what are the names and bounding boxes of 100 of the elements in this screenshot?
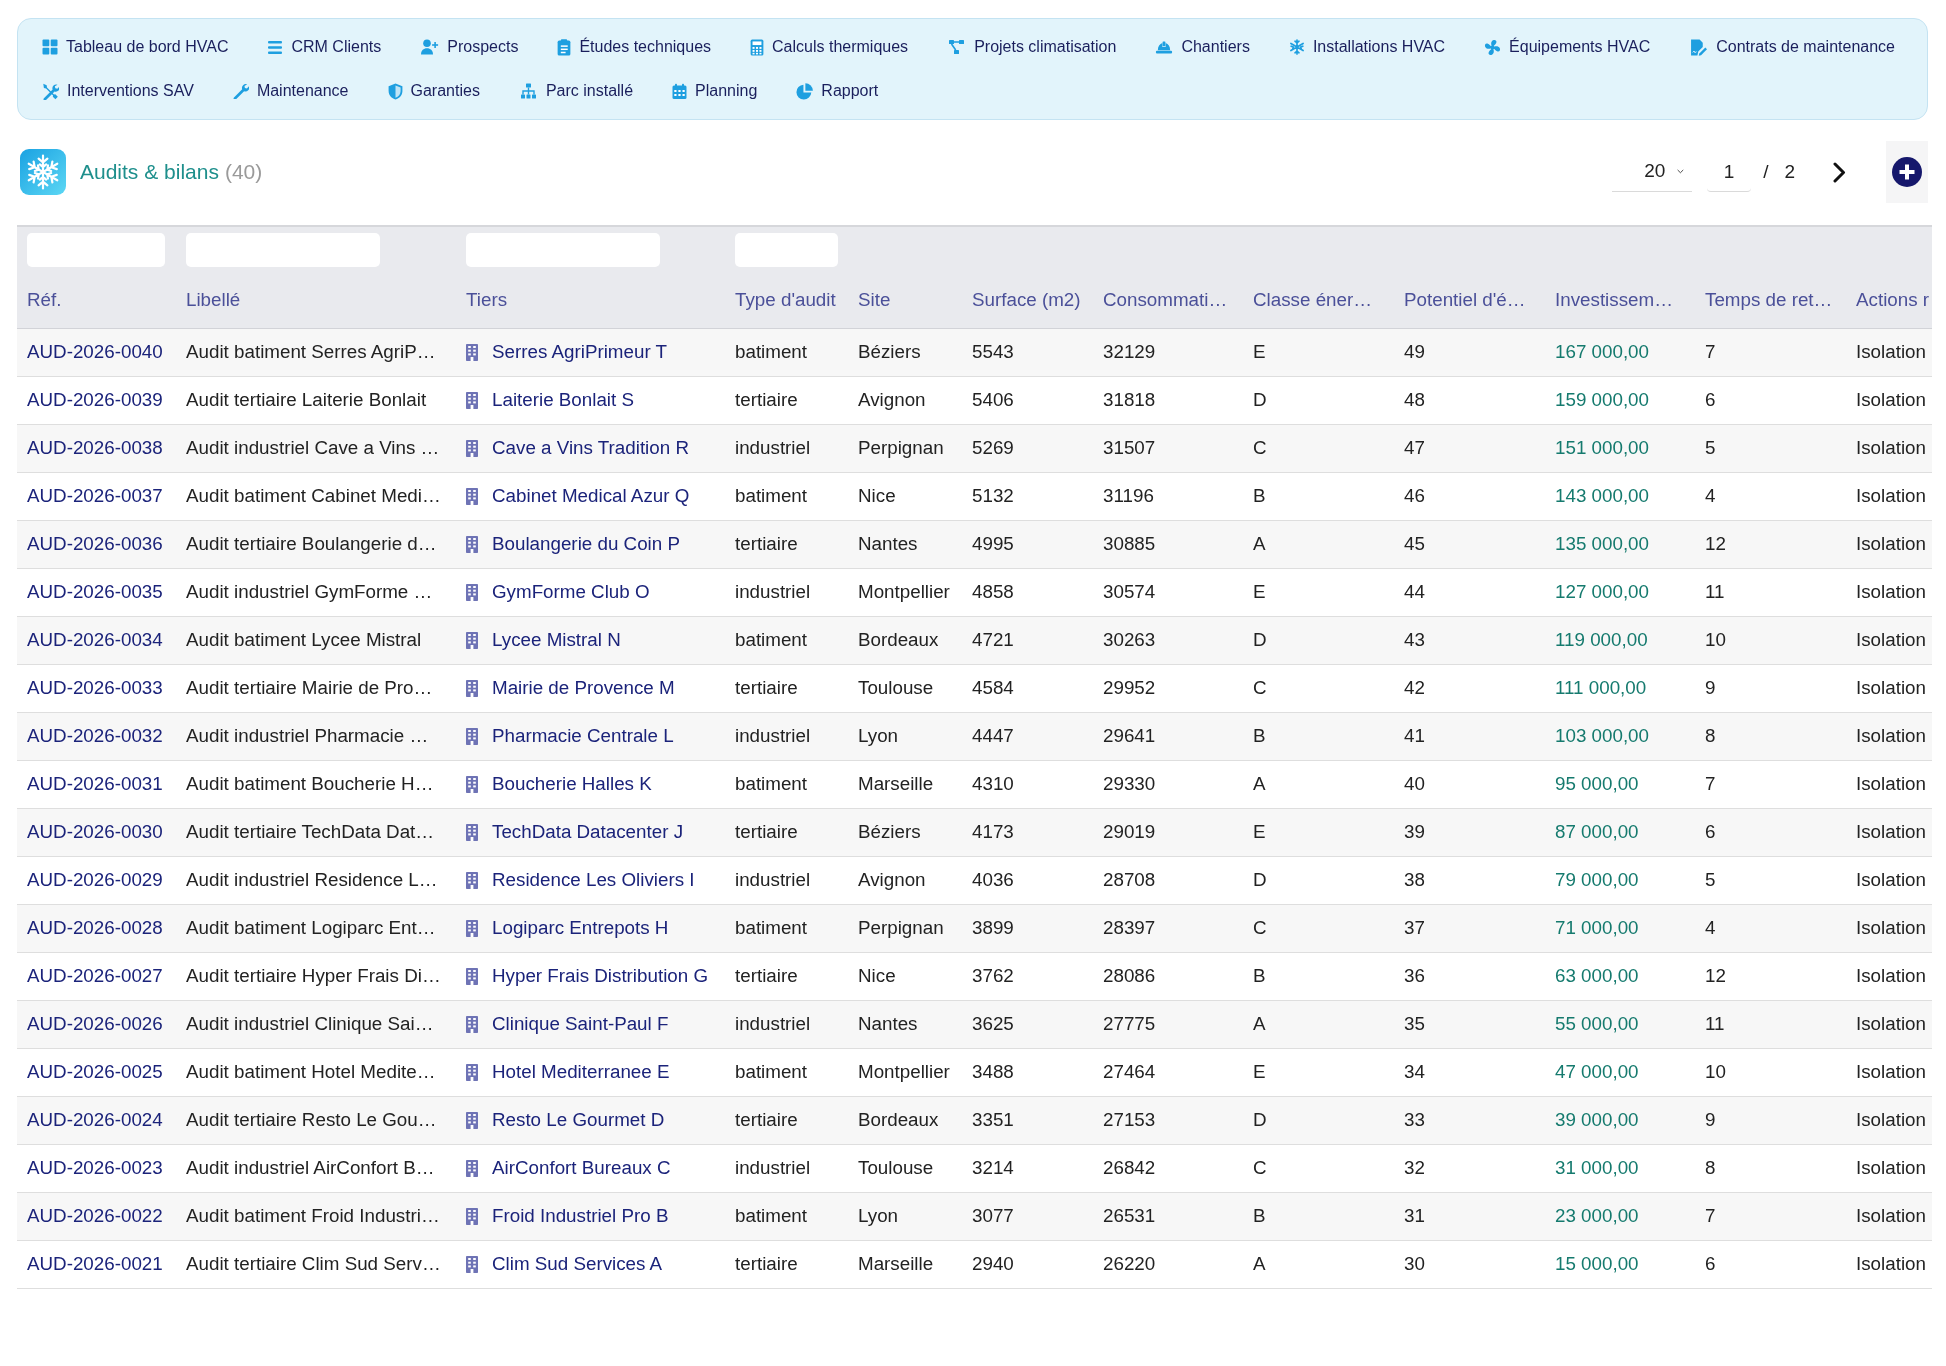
table-cell: 26220: [1093, 1240, 1243, 1288]
table-cell: 6: [1695, 1240, 1846, 1288]
table-cell: 3625: [962, 1000, 1093, 1048]
table-cell: 31: [1394, 1192, 1545, 1240]
tiers-link[interactable]: TechData Datacenter J: [492, 817, 684, 847]
tiers-link[interactable]: GymForme Club O: [492, 577, 650, 607]
table-cell: 34: [1394, 1048, 1545, 1096]
nav-link[interactable]: Chantiers: [1155, 29, 1250, 65]
tiers-link[interactable]: Cave a Vins Tradition R: [492, 433, 689, 463]
table-cell: Perpignan: [848, 904, 962, 952]
reference-link[interactable]: AUD-2026-0039: [27, 388, 163, 410]
reference-link[interactable]: AUD-2026-0022: [27, 1204, 163, 1226]
reference-link[interactable]: AUD-2026-0024: [27, 1108, 163, 1130]
tiers-link[interactable]: Hotel Mediterranee E: [492, 1057, 670, 1087]
reference-link[interactable]: AUD-2026-0030: [27, 820, 163, 842]
nav-link[interactable]: Prospects: [420, 29, 519, 65]
table-cell: batiment: [725, 616, 848, 664]
nav-link[interactable]: Planning: [672, 73, 758, 109]
tiers-link[interactable]: Clim Sud Services A: [492, 1249, 663, 1279]
reference-link[interactable]: AUD-2026-0035: [27, 580, 163, 602]
nav-link[interactable]: Rapport: [796, 73, 879, 109]
table-cell: 9: [1695, 1096, 1846, 1144]
table-cell: Isolation: [1846, 1000, 1932, 1048]
reference-link[interactable]: AUD-2026-0023: [27, 1156, 163, 1178]
tiers-link[interactable]: Resto Le Gourmet D: [492, 1105, 665, 1135]
table-cell: 27153: [1093, 1096, 1243, 1144]
table-cell: B: [1243, 472, 1394, 520]
network-icon: [518, 83, 538, 99]
reference-link[interactable]: AUD-2026-0021: [27, 1252, 163, 1274]
reference-link[interactable]: AUD-2026-0026: [27, 1012, 163, 1034]
nav-link[interactable]: Tableau de bord HVAC: [42, 29, 229, 65]
tiers-link[interactable]: AirConfort Bureaux C: [492, 1153, 671, 1183]
tiers-link[interactable]: Hyper Frais Distribution G: [492, 961, 709, 991]
nav-link[interactable]: Garanties: [387, 73, 480, 109]
reference-link[interactable]: AUD-2026-0040: [27, 340, 163, 362]
nav-link[interactable]: Calculs thermiques: [750, 29, 909, 65]
tiers-link[interactable]: Clinique Saint-Paul F: [492, 1009, 669, 1039]
building-icon: [466, 439, 478, 457]
page-separator: /: [1763, 159, 1769, 184]
table-cell: 37: [1394, 904, 1545, 952]
table-cell: 5543: [962, 328, 1093, 376]
table-cell: 5132: [962, 472, 1093, 520]
table-cell: 4310: [962, 760, 1093, 808]
table-cell: Isolation: [1846, 952, 1932, 1000]
tiers-link[interactable]: Boulangerie du Coin P: [492, 529, 680, 559]
table-cell: 38: [1394, 856, 1545, 904]
nav-link[interactable]: Installations HVAC: [1288, 29, 1446, 65]
tiers-link[interactable]: Residence Les Oliviers I: [492, 865, 695, 895]
nav-link[interactable]: Équipements HVAC: [1484, 29, 1651, 65]
table-cell: 40: [1394, 760, 1545, 808]
page-size-select[interactable]: 20: [1612, 152, 1693, 192]
tiers-link[interactable]: Logiparc Entrepots H: [492, 913, 669, 943]
reference-link[interactable]: AUD-2026-0032: [27, 724, 163, 746]
nav-link[interactable]: Maintenance: [232, 73, 349, 109]
add-button[interactable]: [1886, 141, 1928, 203]
table-cell: C: [1243, 1144, 1394, 1192]
column-header: Réf.: [17, 273, 176, 328]
table-cell: 32129: [1093, 328, 1243, 376]
page-input[interactable]: 1: [1707, 152, 1752, 192]
table-cell: industriel: [725, 1144, 848, 1192]
table-cell: 167 000,00: [1545, 328, 1695, 376]
nav-link[interactable]: Contrats de maintenance: [1689, 29, 1895, 65]
nav-link[interactable]: Études techniques: [557, 29, 712, 65]
reference-link[interactable]: AUD-2026-0038: [27, 436, 163, 458]
reference-link[interactable]: AUD-2026-0036: [27, 532, 163, 554]
building-icon: [466, 967, 478, 985]
table-cell: 8: [1695, 1144, 1846, 1192]
clipboard-icon: [557, 38, 572, 56]
table-cell: Audit batiment Logiparc Ent…: [176, 904, 456, 952]
tiers-link[interactable]: Boucherie Halles K: [492, 769, 652, 799]
tiers-link[interactable]: Cabinet Medical Azur Q: [492, 481, 690, 511]
nav-link[interactable]: Projets climatisation: [947, 29, 1117, 65]
reference-link[interactable]: AUD-2026-0025: [27, 1060, 163, 1082]
table-cell: Béziers: [848, 808, 962, 856]
table-cell: 29952: [1093, 664, 1243, 712]
nav-link[interactable]: Interventions SAV: [42, 73, 194, 109]
reference-link[interactable]: AUD-2026-0029: [27, 868, 163, 890]
table-cell: Isolation: [1846, 1048, 1932, 1096]
tiers-link[interactable]: Serres AgriPrimeur T: [492, 337, 667, 367]
table-cell: industriel: [725, 856, 848, 904]
reference-link[interactable]: AUD-2026-0027: [27, 964, 163, 986]
nav-link[interactable]: CRM Clients: [267, 29, 382, 65]
reference-link[interactable]: AUD-2026-0033: [27, 676, 163, 698]
tiers-link[interactable]: Lycee Mistral N: [492, 625, 621, 655]
table-cell: Avignon: [848, 856, 962, 904]
tiers-link[interactable]: Mairie de Provence M: [492, 673, 675, 703]
reference-link[interactable]: AUD-2026-0031: [27, 772, 163, 794]
building-icon: [466, 727, 478, 745]
reference-link[interactable]: AUD-2026-0028: [27, 916, 163, 938]
reference-link[interactable]: AUD-2026-0037: [27, 484, 163, 506]
reference-link[interactable]: AUD-2026-0034: [27, 628, 163, 650]
tiers-link[interactable]: Froid Industriel Pro B: [492, 1201, 669, 1231]
nav-link[interactable]: Parc installé: [518, 73, 634, 109]
fan-icon: [1484, 38, 1502, 56]
tiers-link[interactable]: Laiterie Bonlait S: [492, 385, 634, 415]
table-cell: industriel: [725, 712, 848, 760]
tiers-link[interactable]: Pharmacie Centrale L: [492, 721, 674, 751]
column-header: Temps de ret…: [1695, 273, 1846, 328]
table-cell: Isolation: [1846, 424, 1932, 472]
column-header: Investissem…: [1545, 273, 1695, 328]
